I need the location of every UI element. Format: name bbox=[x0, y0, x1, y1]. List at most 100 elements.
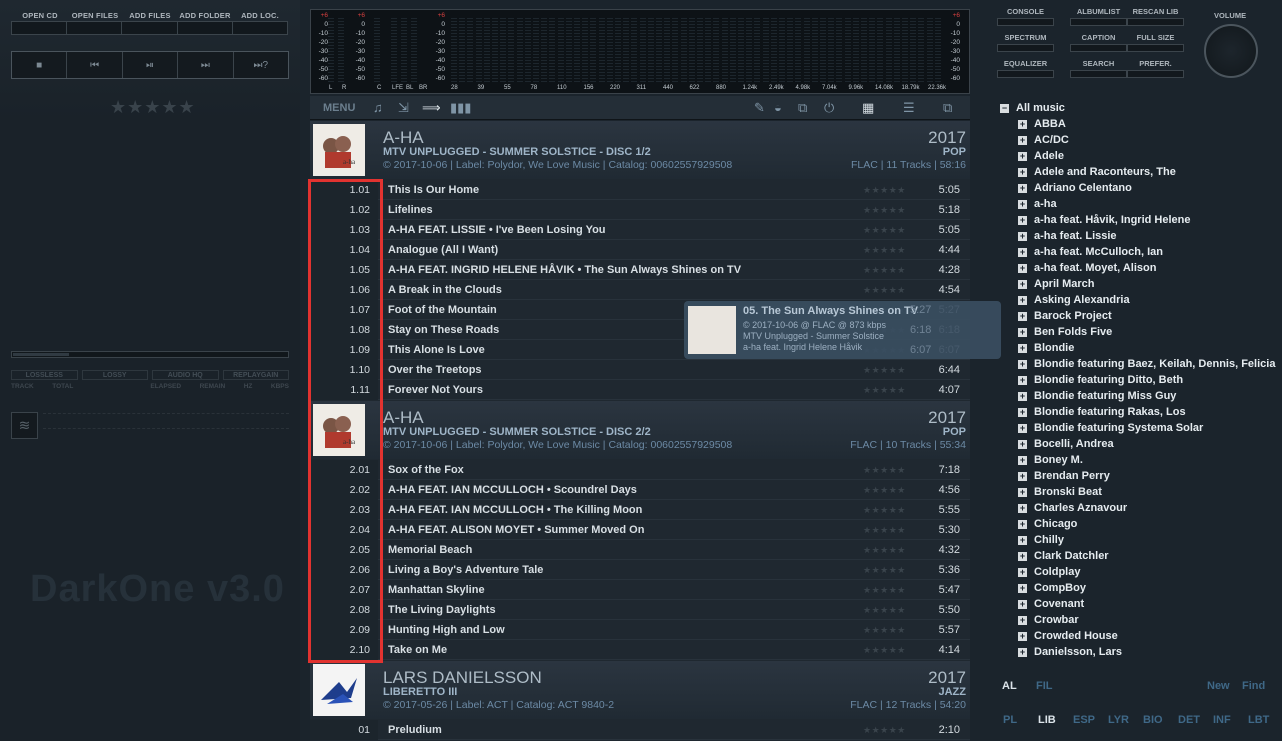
tab-fil[interactable]: FIL bbox=[1036, 680, 1053, 692]
expand-icon[interactable]: + bbox=[1018, 568, 1027, 577]
expand-icon[interactable]: + bbox=[1018, 264, 1027, 273]
shuffle-arrow-icon[interactable]: ⟹ bbox=[422, 100, 441, 116]
expand-icon[interactable]: + bbox=[1018, 312, 1027, 321]
console-button[interactable]: CONSOLE bbox=[997, 7, 1054, 26]
track-rating[interactable]: ★★★★★ bbox=[863, 380, 906, 400]
track-row[interactable]: 1.01 This Is Our Home 5:05 ★★★★★ bbox=[310, 180, 970, 200]
music-note-icon[interactable]: ♫ bbox=[373, 100, 383, 115]
rating-stars[interactable]: ★★★★★ bbox=[110, 97, 196, 118]
expand-icon[interactable]: + bbox=[1018, 184, 1027, 193]
open-cd-button[interactable] bbox=[12, 22, 68, 34]
track-rating[interactable]: ★★★★★ bbox=[863, 460, 906, 480]
library-item[interactable]: + April March bbox=[1018, 278, 1095, 290]
library-item[interactable]: + Bocelli, Andrea bbox=[1018, 438, 1114, 450]
expand-icon[interactable]: + bbox=[1018, 504, 1027, 513]
search-button[interactable]: SEARCH bbox=[1070, 59, 1127, 78]
expand-icon[interactable]: + bbox=[1018, 328, 1027, 337]
track-rating[interactable]: ★★★★★ bbox=[863, 520, 906, 540]
library-item[interactable]: + Asking Alexandria bbox=[1018, 294, 1130, 306]
globe-icon[interactable]: ◒ bbox=[774, 100, 782, 115]
library-item[interactable]: + Chicago bbox=[1018, 518, 1077, 530]
collapse-icon[interactable]: − bbox=[1000, 104, 1009, 113]
random-button[interactable]: ⏭? bbox=[234, 52, 288, 78]
library-item[interactable]: + Crowbar bbox=[1018, 614, 1079, 626]
preferences-button[interactable]: PREFER. bbox=[1127, 59, 1184, 78]
add-location-button[interactable] bbox=[233, 22, 287, 34]
expand-icon[interactable]: + bbox=[1018, 120, 1027, 129]
expand-icon[interactable]: + bbox=[1018, 536, 1027, 545]
library-item[interactable]: + Covenant bbox=[1018, 598, 1084, 610]
library-item[interactable]: + Blondie featuring Miss Guy bbox=[1018, 390, 1176, 402]
track-rating[interactable]: ★★★★★ bbox=[863, 280, 906, 300]
spectrum-analyzer[interactable]: +6 0 -10 -20 -30 -40 -50 -60 +6 0 -10 -20 -30 -40 -50-… bbox=[310, 9, 970, 94]
library-item[interactable]: + Bronski Beat bbox=[1018, 486, 1102, 498]
library-item[interactable]: + AC/DC bbox=[1018, 134, 1069, 146]
track-rating[interactable]: ★★★★★ bbox=[863, 720, 906, 740]
expand-icon[interactable]: + bbox=[1018, 168, 1027, 177]
track-rating[interactable]: ★★★★★ bbox=[863, 360, 906, 380]
expand-icon[interactable]: + bbox=[1018, 376, 1027, 385]
track-row[interactable]: 1.05 A-HA FEAT. INGRID HELENE HÅVIK • The… bbox=[310, 260, 970, 280]
equalizer-button[interactable]: EQUALIZER bbox=[997, 59, 1054, 78]
expand-icon[interactable]: + bbox=[1018, 648, 1027, 657]
expand-icon[interactable]: + bbox=[1018, 600, 1027, 609]
tab-al[interactable]: AL bbox=[1002, 680, 1017, 692]
library-item[interactable]: + Charles Aznavour bbox=[1018, 502, 1127, 514]
library-root[interactable]: − All music bbox=[1000, 102, 1065, 114]
power-icon[interactable]: ⏻ bbox=[824, 100, 834, 116]
album-header[interactable]: LARS DANIELSSON LIBERETTO III © 2017-05-26… bbox=[310, 661, 970, 719]
expand-icon[interactable]: + bbox=[1018, 296, 1027, 305]
track-rating[interactable]: ★★★★★ bbox=[863, 580, 906, 600]
track-row[interactable]: 1.02 Lifelines 5:18 ★★★★★ bbox=[310, 200, 970, 220]
track-row[interactable]: 1.10 Over the Treetops 6:44 ★★★★★ bbox=[310, 360, 970, 380]
library-item[interactable]: + Ben Folds Five bbox=[1018, 326, 1112, 338]
tab-new[interactable]: New bbox=[1207, 680, 1230, 692]
track-row[interactable]: 1.11 Forever Not Yours 4:07 ★★★★★ bbox=[310, 380, 970, 400]
track-row[interactable]: 2.10 Take on Me 4:14 ★★★★★ bbox=[310, 640, 970, 660]
playlist[interactable]: a-ha A-HA MTV UNPLUGGED - SUMMER SOLSTICE … bbox=[310, 121, 970, 741]
track-row[interactable]: 2.04 A-HA FEAT. ALISON MOYET • Summer Mov… bbox=[310, 520, 970, 540]
library-item[interactable]: + Adele and Raconteurs, The bbox=[1018, 166, 1176, 178]
library-item[interactable]: + Chilly bbox=[1018, 534, 1064, 546]
grid-view-icon[interactable]: ▦ bbox=[862, 100, 874, 116]
track-row[interactable]: 2.03 A-HA FEAT. IAN MCCULLOCH • The Killi… bbox=[310, 500, 970, 520]
tab-bio[interactable]: BIO bbox=[1143, 714, 1163, 726]
library-item[interactable]: + Clark Datchler bbox=[1018, 550, 1109, 562]
stop-button[interactable]: ■ bbox=[12, 52, 68, 78]
tab-lib[interactable]: LIB bbox=[1038, 714, 1056, 726]
library-item[interactable]: + Blondie featuring Rakas, Los bbox=[1018, 406, 1186, 418]
library-item[interactable]: + a-ha feat. Lissie bbox=[1018, 230, 1117, 242]
expand-icon[interactable]: + bbox=[1018, 472, 1027, 481]
track-row[interactable]: 1.04 Analogue (All I Want) 4:44 ★★★★★ bbox=[310, 240, 970, 260]
expand-icon[interactable]: + bbox=[1018, 360, 1027, 369]
spectrum-button[interactable]: SPECTRUM bbox=[997, 33, 1054, 52]
tab-esp[interactable]: ESP bbox=[1073, 714, 1095, 726]
tab-lyr[interactable]: LYR bbox=[1108, 714, 1129, 726]
track-rating[interactable]: ★★★★★ bbox=[863, 260, 906, 280]
rescan-lib-button[interactable]: RESCAN LIB bbox=[1127, 7, 1184, 26]
expand-icon[interactable]: + bbox=[1018, 616, 1027, 625]
library-item[interactable]: + CompBoy bbox=[1018, 582, 1086, 594]
list-view-icon[interactable]: ☰ bbox=[903, 100, 915, 116]
expand-icon[interactable]: + bbox=[1018, 488, 1027, 497]
library-item[interactable]: + Crowded House bbox=[1018, 630, 1118, 642]
library-item[interactable]: + Blondie featuring Baez, Keilah, Dennis,… bbox=[1018, 358, 1275, 370]
expand-icon[interactable]: + bbox=[1018, 456, 1027, 465]
library-item[interactable]: + a-ha bbox=[1018, 198, 1057, 210]
library-item[interactable]: + Boney M. bbox=[1018, 454, 1083, 466]
library-tree[interactable]: − All music + ABBA + AC/DC + Adele + Adele and R… bbox=[992, 100, 1282, 670]
library-item[interactable]: + Danielsson, Lars bbox=[1018, 646, 1122, 658]
library-item[interactable]: + Barock Project bbox=[1018, 310, 1112, 322]
track-row[interactable]: 01 Preludium 2:10 ★★★★★ bbox=[310, 720, 970, 740]
expand-icon[interactable]: + bbox=[1018, 232, 1027, 241]
open-folder-icon[interactable]: ⇲ bbox=[398, 100, 409, 116]
caption-button[interactable]: CAPTION bbox=[1070, 33, 1127, 52]
album-header[interactable]: a-ha A-HA MTV UNPLUGGED - SUMMER SOLSTICE … bbox=[310, 121, 970, 179]
track-row[interactable]: 2.08 The Living Daylights 5:50 ★★★★★ bbox=[310, 600, 970, 620]
library-item[interactable]: + Coldplay bbox=[1018, 566, 1080, 578]
expand-icon[interactable]: + bbox=[1018, 632, 1027, 641]
expand-icon[interactable]: + bbox=[1018, 552, 1027, 561]
expand-icon[interactable]: + bbox=[1018, 136, 1027, 145]
track-rating[interactable]: ★★★★★ bbox=[863, 560, 906, 580]
seek-bar[interactable] bbox=[11, 351, 289, 358]
